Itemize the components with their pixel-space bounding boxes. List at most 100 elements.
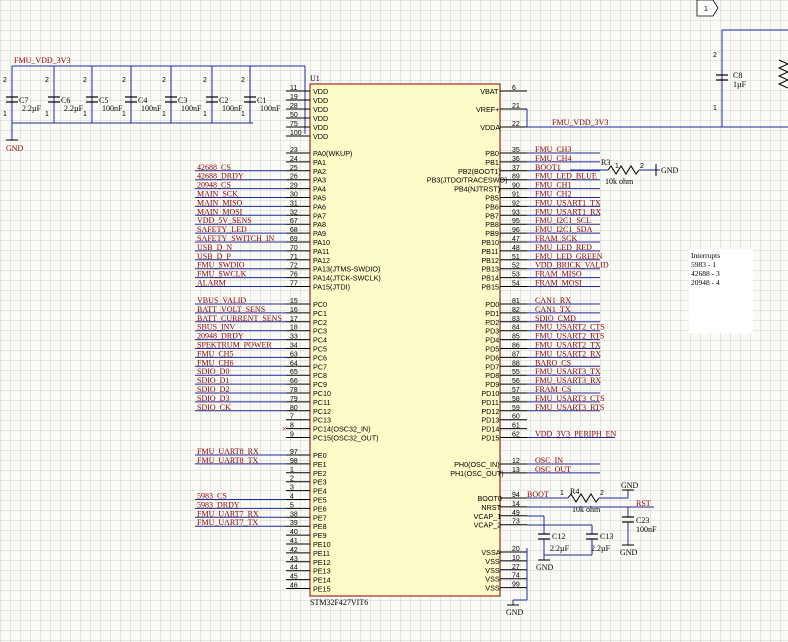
sheet-tag-label: 1: [704, 6, 708, 13]
cap-value: 100nF: [102, 104, 123, 113]
pin-number: 16: [290, 307, 298, 314]
net-label: FMU_LED_GREEN: [535, 252, 603, 261]
c13-value: 2.2µF: [591, 544, 611, 553]
pin-number: 24: [290, 156, 298, 163]
pin-name: PB10: [481, 238, 499, 247]
pin-name: PD9: [485, 380, 499, 389]
pin-number: 7: [290, 414, 294, 421]
pin-name: VSS: [485, 584, 500, 593]
net-label: 42688_CS: [197, 163, 231, 172]
net-label: BOOT: [527, 490, 549, 499]
interrupts-line: 5983 - 1: [691, 260, 716, 269]
pin-number: 67: [290, 218, 298, 225]
net-label: FMU_CH6: [197, 358, 233, 367]
pin-number: 32: [290, 209, 298, 216]
pin-name: PA7: [313, 211, 326, 220]
no-connect-icon: ×: [282, 425, 287, 434]
pin-number: 41: [290, 538, 298, 545]
pin-number: 49: [512, 510, 520, 517]
pin-name: PD14: [481, 425, 499, 434]
pin-number: 46: [290, 583, 298, 590]
interrupts-title: Interrupts: [691, 251, 721, 260]
r4-ref: R4: [570, 487, 579, 496]
pin-number: 59: [512, 405, 520, 412]
net-label: FMU_UART8_RX: [197, 447, 259, 456]
pin-name: PA15(JTDI): [313, 283, 350, 292]
net-label: FMU_USART1_RX: [535, 207, 601, 216]
vdd-pin-number: 100: [290, 130, 302, 137]
power-pin-number: 22: [512, 121, 520, 128]
pin-number: 5: [290, 502, 294, 509]
net-label: FMU_CH4: [535, 154, 571, 163]
cap-value: 100nF: [181, 104, 202, 113]
pin-name: PA12: [313, 256, 330, 265]
pin-name: PA14(JTCK-SWCLK): [313, 274, 381, 283]
pin-name: PC14(OSC32_IN): [313, 425, 371, 434]
pin-number: 42: [290, 547, 298, 554]
pin-name: PA0(WKUP): [313, 149, 352, 158]
pin-name: PD0: [485, 300, 499, 309]
pin-name: PA10: [313, 238, 330, 247]
power-pin-name: VREF+: [476, 105, 499, 114]
pin-number: 63: [290, 351, 298, 358]
pin-number: 8: [290, 423, 294, 430]
vdda-decoupling: C8 1µF 2 1: [526, 29, 788, 128]
decoupling-group: FMU_VDD_3V3 GND C72.2µF21C62.2µF21C5100n…: [3, 56, 305, 153]
vdd-pin-name: VDD: [313, 105, 328, 114]
net-label: FMU_USART2_CTS: [535, 323, 605, 332]
pin-number: 48: [512, 245, 520, 252]
pin-number: 3: [290, 485, 294, 492]
interrupts-line: 20948 - 4: [691, 278, 720, 287]
pin-name: PB13: [481, 265, 499, 274]
pin-number: 53: [512, 272, 520, 279]
pin-name: PD10: [481, 389, 499, 398]
pin-name: PE2: [313, 469, 327, 478]
c8-pin2: 2: [713, 52, 717, 59]
pin-number: 45: [290, 574, 298, 581]
net-label: SDIO_D2: [197, 385, 229, 394]
interrupts-note: Interrupts 5983 - 1 42688 - 3 20948 - 4: [689, 249, 753, 333]
vdd-pin-name: VDD: [313, 96, 328, 105]
pin-name: PA8: [313, 220, 326, 229]
pin-name: PE13: [313, 567, 331, 576]
pin-number: 82: [512, 307, 520, 314]
net-label: SPEKTRUM_POWER: [197, 341, 272, 350]
vcap-gnd: GND: [536, 563, 554, 572]
cap-pin1: 1: [45, 111, 49, 118]
net-label: FMU_UART8_TX: [197, 456, 259, 465]
pin-number: 20: [512, 546, 520, 553]
pin-name: NRST: [481, 503, 501, 512]
pin-number: 64: [290, 360, 298, 367]
pin-name: VSS: [485, 557, 500, 566]
pin-number: 94: [512, 492, 520, 499]
net-label: 5983_DRDY: [197, 500, 240, 509]
pin-number: 66: [290, 378, 298, 385]
cap-value: 2.2µF: [22, 104, 42, 113]
pin-number: 55: [512, 369, 520, 376]
vdd-pin-number: 19: [290, 94, 298, 101]
net-label: 5983_CS: [197, 492, 227, 501]
pin-number: 56: [512, 378, 520, 385]
pin-number: 26: [290, 174, 298, 181]
pin-name: PB14: [481, 274, 499, 283]
pin-name: PE9: [313, 531, 327, 540]
net-label: 20948_CS: [197, 181, 231, 190]
r3-value: 10k ohm: [605, 177, 634, 186]
power-pin-name: VDDA: [480, 123, 500, 132]
pin-name: BOOT0: [478, 494, 502, 503]
net-label: VBUS_VALID: [197, 296, 246, 305]
pin-name: PB5: [485, 194, 499, 203]
power-net-label: FMU_VDD_3V3: [14, 56, 70, 65]
cap-pin1: 1: [83, 111, 87, 118]
schematic-canvas: 1 FMU_VDD_3V3 GND C72.2µF21C62.2µF21C510…: [3, 0, 788, 617]
pin-number: 71: [290, 254, 298, 261]
net-label: 20948_DRDY: [197, 332, 244, 341]
pin-name: VCAP_2: [474, 521, 502, 530]
pin-number: 65: [290, 369, 298, 376]
net-label: SDIO_CK: [197, 403, 231, 412]
pin-name: PE11: [313, 549, 330, 558]
pin-name: PB12: [481, 256, 499, 265]
pin-number: 79: [290, 396, 298, 403]
pin-number: 35: [512, 147, 520, 154]
pin-name: PE8: [313, 522, 327, 531]
